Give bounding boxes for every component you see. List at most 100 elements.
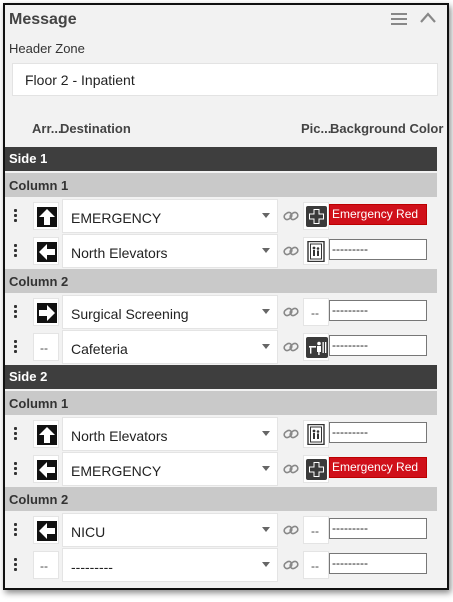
arrow-column-header[interactable]: Arr... <box>32 121 62 136</box>
picture-selector[interactable] <box>303 420 329 448</box>
column-group-header: Column 2 <box>5 269 437 293</box>
side-header: Side 1 <box>5 147 437 171</box>
dropdown-caret-icon <box>262 431 270 436</box>
empty-picture-placeholder: -- <box>311 524 319 538</box>
header-zone-field[interactable]: Floor 2 - Inpatient <box>12 63 438 96</box>
destination-value: EMERGENCY <box>71 210 162 226</box>
chevron-up-icon[interactable] <box>419 11 437 25</box>
drag-handle-icon[interactable] <box>13 305 19 319</box>
background-color-field[interactable]: --------- <box>329 553 427 574</box>
destination-value: North Elevators <box>71 245 168 261</box>
drag-handle-icon[interactable] <box>13 427 19 441</box>
destination-dropdown[interactable]: EMERGENCY <box>62 199 278 233</box>
arrow-selector[interactable] <box>33 202 59 230</box>
picture-selector[interactable] <box>303 237 329 265</box>
destination-value: Cafeteria <box>71 341 128 357</box>
empty-arrow-placeholder: -- <box>40 559 48 573</box>
panel-title: Message <box>9 11 77 28</box>
column-group-header: Column 1 <box>5 391 437 415</box>
link-icon[interactable] <box>283 558 299 572</box>
empty-picture-placeholder: -- <box>311 306 319 320</box>
message-row: -- Cafeteria --------- <box>5 330 437 364</box>
arrow-up-icon <box>37 425 57 445</box>
destination-column-header[interactable]: Destination <box>60 121 131 136</box>
drag-handle-icon[interactable] <box>13 244 19 258</box>
background-color-field[interactable]: --------- <box>329 518 427 539</box>
message-row: Surgical Screening -- --------- <box>5 295 437 329</box>
picture-selector[interactable] <box>303 333 329 361</box>
message-row: -- --------- -- --------- <box>5 548 437 582</box>
arrow-selector[interactable] <box>33 455 59 483</box>
picture-selector[interactable]: -- <box>303 516 329 544</box>
column-group-header: Column 1 <box>5 173 437 197</box>
message-row: North Elevators --------- <box>5 417 437 451</box>
arrow-right-icon <box>37 303 57 323</box>
message-row: EMERGENCY Emergency Red <box>5 199 437 233</box>
arrow-selector[interactable]: -- <box>33 333 59 361</box>
link-icon[interactable] <box>283 244 299 258</box>
side-header: Side 2 <box>5 365 437 389</box>
arrow-left-icon <box>37 521 57 541</box>
destination-value: North Elevators <box>71 428 168 444</box>
message-panel: Message Header Zone Floor 2 - Inpatient … <box>3 3 449 590</box>
drag-handle-icon[interactable] <box>13 209 19 223</box>
arrow-selector[interactable] <box>33 298 59 326</box>
background-color-field[interactable]: --------- <box>329 300 427 321</box>
picture-selector[interactable] <box>303 455 329 483</box>
header-zone-label: Header Zone <box>9 41 85 56</box>
arrow-left-icon <box>37 460 57 480</box>
destination-dropdown[interactable]: Surgical Screening <box>62 295 278 329</box>
cafeteria-icon <box>306 337 328 358</box>
empty-arrow-placeholder: -- <box>40 341 48 355</box>
link-icon[interactable] <box>283 462 299 476</box>
destination-dropdown[interactable]: Cafeteria <box>62 330 278 364</box>
picture-selector[interactable]: -- <box>303 298 329 326</box>
dropdown-caret-icon <box>262 213 270 218</box>
arrow-selector[interactable] <box>33 420 59 448</box>
drag-handle-icon[interactable] <box>13 340 19 354</box>
destination-dropdown[interactable]: EMERGENCY <box>62 452 278 486</box>
arrow-selector[interactable] <box>33 516 59 544</box>
background-color-column-header[interactable]: Background Color <box>330 121 443 136</box>
destination-value: EMERGENCY <box>71 463 162 479</box>
dropdown-caret-icon <box>262 527 270 532</box>
background-color-field[interactable]: Emergency Red <box>329 204 427 225</box>
first-aid-cross-icon <box>306 459 327 480</box>
arrow-up-icon <box>37 207 57 227</box>
elevator-icon <box>307 241 325 262</box>
destination-dropdown[interactable]: North Elevators <box>62 234 278 268</box>
dropdown-caret-icon <box>262 309 270 314</box>
link-icon[interactable] <box>283 305 299 319</box>
dropdown-caret-icon <box>262 248 270 253</box>
destination-dropdown[interactable]: --------- <box>62 548 278 582</box>
link-icon[interactable] <box>283 209 299 223</box>
message-row: NICU -- --------- <box>5 513 437 547</box>
column-group-header: Column 2 <box>5 487 437 511</box>
arrow-selector[interactable] <box>33 237 59 265</box>
picture-selector[interactable]: -- <box>303 551 329 579</box>
drag-handle-icon[interactable] <box>13 558 19 572</box>
background-color-field[interactable]: Emergency Red <box>329 457 427 478</box>
hamburger-menu-icon[interactable] <box>391 12 407 26</box>
destination-dropdown[interactable]: North Elevators <box>62 417 278 451</box>
destination-dropdown[interactable]: NICU <box>62 513 278 547</box>
destination-value: NICU <box>71 524 106 540</box>
arrow-selector[interactable]: -- <box>33 551 59 579</box>
destination-value: --------- <box>71 559 113 575</box>
background-color-field[interactable]: --------- <box>329 422 427 443</box>
elevator-icon <box>307 424 325 445</box>
dropdown-caret-icon <box>262 344 270 349</box>
link-icon[interactable] <box>283 427 299 441</box>
picture-selector[interactable] <box>303 202 329 230</box>
dropdown-caret-icon <box>262 466 270 471</box>
dropdown-caret-icon <box>262 562 270 567</box>
background-color-field[interactable]: --------- <box>329 335 427 356</box>
message-row: North Elevators --------- <box>5 234 437 268</box>
background-color-field[interactable]: --------- <box>329 239 427 260</box>
empty-picture-placeholder: -- <box>311 559 319 573</box>
link-icon[interactable] <box>283 523 299 537</box>
drag-handle-icon[interactable] <box>13 462 19 476</box>
picture-column-header[interactable]: Pic... <box>301 121 331 136</box>
link-icon[interactable] <box>283 340 299 354</box>
drag-handle-icon[interactable] <box>13 523 19 537</box>
